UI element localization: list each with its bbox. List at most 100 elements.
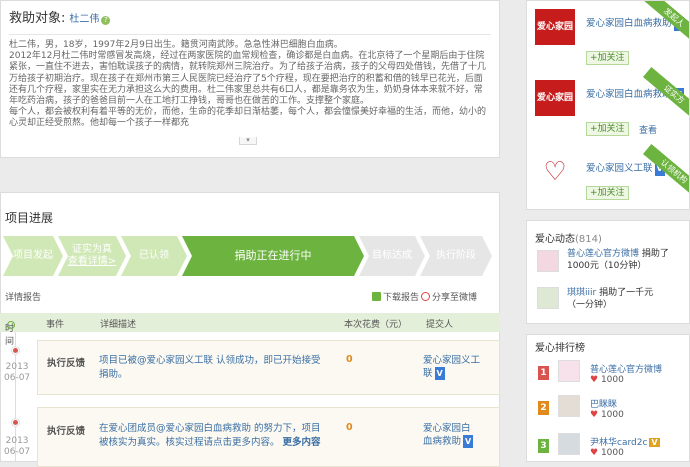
row-year: 2013 [5,362,29,372]
rank-number: 1 [538,366,549,380]
heart-icon: ♥ [590,375,599,385]
row-cost: 0 [346,422,353,433]
follow-button[interactable]: +加关注 [586,186,629,200]
heart-icon: ♥ [590,410,599,420]
ranker-name: 尹林华card2c [590,438,648,448]
love-value: 1000 [600,410,624,420]
share-label: 分享至微博 [432,293,478,303]
row-description: 在爱心团成员@爱心家园白血病救助 的努力下，项目被核实为真实。核实过程请点击更多… [99,422,329,450]
dynamic-panel: 爱心动态(814) 普心莲心官方微博 捐助了 1000元（10分钟） 琪琪iiir… [526,220,690,324]
donor-link[interactable]: 琪琪iiir [567,288,596,298]
more-content-link[interactable]: 更多内容 [283,437,321,448]
report-label: 详情报告 [5,293,42,303]
download-label: 下载报告 [383,293,420,303]
row-event-type: 执行反馈 [47,358,86,369]
avatar[interactable] [558,360,580,382]
avatar[interactable] [537,250,559,272]
question-icon[interactable]: ? [101,16,111,25]
donor-link[interactable]: 普心莲心官方微博 [567,249,639,259]
ranking-title: 爱心排行榜 [535,343,585,354]
row-day: 06-07 [4,447,31,457]
love-count: ♥ 1000 [590,375,624,385]
org-logo[interactable]: 爱心家园 [535,80,575,116]
follow-button[interactable]: +加关注 [586,122,629,136]
step-label: 项目发起 [13,250,53,261]
weibo-icon [421,292,430,301]
dynamic-title: 爱心动态(814) [535,230,602,245]
step-verified: 证实为真 查看详情> [58,236,126,276]
clock-icon [7,321,15,329]
rank-number: 3 [538,439,549,453]
rescue-paragraph-1: 杜二伟，男，18岁，1997年2月9日出生。籍贯河南武陟。急急性淋巴细胞白血病。 [9,40,343,50]
ranker-link[interactable]: 尹林华card2c V [590,435,660,448]
ranking-panel: 爱心排行榜 1 普心莲心官方微博 ♥ 1000 2 巴眯眯 ♥ 1000 3 尹… [526,334,690,462]
share-weibo-button[interactable]: 分享至微博 [421,290,477,303]
ranker-link[interactable]: 巴眯眯 [590,397,617,410]
divider [9,34,491,35]
avatar[interactable] [537,287,559,309]
beneficiary-name-link[interactable]: 杜二伟 [69,14,99,25]
org-logo[interactable]: 爱心家园 [535,9,575,45]
follow-button[interactable]: +加关注 [586,51,629,65]
step-label: 捐助正在进行中 [234,249,312,262]
view-details-link[interactable]: 查看详情> [68,256,116,267]
rescue-paragraph-2: 2012年12月杜二伟时常感冒发高烧，经过在两家医院的血常规检查，确诊都是白血病… [9,51,487,107]
love-count: ♥ 1000 [590,448,624,458]
ranker-link[interactable]: 普心莲心官方微博 [590,362,662,375]
step-execution: 执行阶段 [420,236,492,276]
dynamic-time: （10分钟） [598,261,647,271]
dynamic-text: 普心莲心官方微博 捐助了 1000元（10分钟） [567,248,690,272]
dynamic-amount: 一千元 [626,288,654,298]
heart-logo-icon[interactable]: ♡ [535,154,575,190]
list-item: 2 巴眯眯 ♥ 1000 [538,395,688,423]
dynamic-title-text: 爱心动态 [535,234,575,245]
list-item: 1 普心莲心官方微博 ♥ 1000 [538,360,688,388]
timeline-node [12,347,19,354]
report-bar: 详情报告 下载报告 分享至微博 [5,290,495,303]
step-label: 执行阶段 [436,250,476,261]
org-name: 爱心家园白血病救助 [586,18,672,29]
row-submitter-link[interactable]: 爱心家园义工联 V [423,354,483,380]
list-item: 3 尹林华card2c V ♥ 1000 [538,433,688,461]
col-cost: 本次花费（元） [344,320,408,330]
verified-icon: V [649,438,660,447]
col-submitter: 提交人 [426,320,454,330]
download-icon [372,292,381,301]
org-initiator: 爱心家园 爱心家园白血病救助V +加关注 [535,9,685,69]
list-item: 普心莲心官方微博 捐助了 1000元（10分钟） [537,248,687,278]
rank-number: 2 [538,401,549,415]
row-cost: 0 [346,354,353,365]
step-donation-in-progress: 捐助正在进行中 [182,236,364,276]
row-date: 2013 06-07 [4,362,30,384]
row-submitter-link[interactable]: 爱心家园白血病救助 V [423,422,478,448]
avatar[interactable] [558,395,580,417]
chevron-down-icon[interactable]: ▾ [239,137,257,145]
dynamic-action: 捐助了 [599,288,627,298]
rescue-paragraph-3: 每个人，都会被权利有着平等的无价，而他，生命的花季却日渐枯萎，每个人，都会憧憬美… [9,107,487,129]
org-name-link[interactable]: 爱心家园义工联V [586,162,665,176]
view-link[interactable]: 查看 [639,123,657,136]
step-label: 证实为真 [71,244,112,255]
list-item: 琪琪iiir 捐助了一千元 （一分钟） [537,287,687,317]
step-label: 已认领 [139,250,169,261]
dynamic-amount: 1000元 [567,261,599,271]
download-report-button[interactable]: 下载报告 [372,290,419,303]
verified-icon: V [463,435,474,448]
submitter-name: 爱心家园义工联 [423,355,481,379]
org-panel: 爱心家园 爱心家园白血病救助V +加关注 发起人 爱心家园 爱心家园白血病救助V… [526,0,690,210]
row-day: 06-07 [4,373,31,383]
dynamic-text: 琪琪iiir 捐助了一千元 （一分钟） [567,287,690,311]
rescue-heading-label: 救助对象: [9,11,66,26]
progress-title: 项目进展 [5,211,54,225]
step-label: 目标达成 [372,250,412,261]
rescue-heading: 救助对象: 杜二伟? [9,7,491,26]
table-row: 执行反馈 项目已被@爱心家园义工联 认领成功，即已开始接受捐助。 0 爱心家园义… [37,340,500,395]
row-year: 2013 [5,436,29,446]
love-value: 1000 [600,448,624,458]
rescue-panel: 救助对象: 杜二伟? 杜二伟，男，18岁，1997年2月9日出生。籍贯河南武陟。急… [0,0,500,158]
row-event-type: 执行反馈 [47,426,86,437]
love-count: ♥ 1000 [590,410,624,420]
dynamic-count: (814) [575,234,602,245]
avatar[interactable] [558,433,580,455]
love-value: 1000 [600,375,624,385]
